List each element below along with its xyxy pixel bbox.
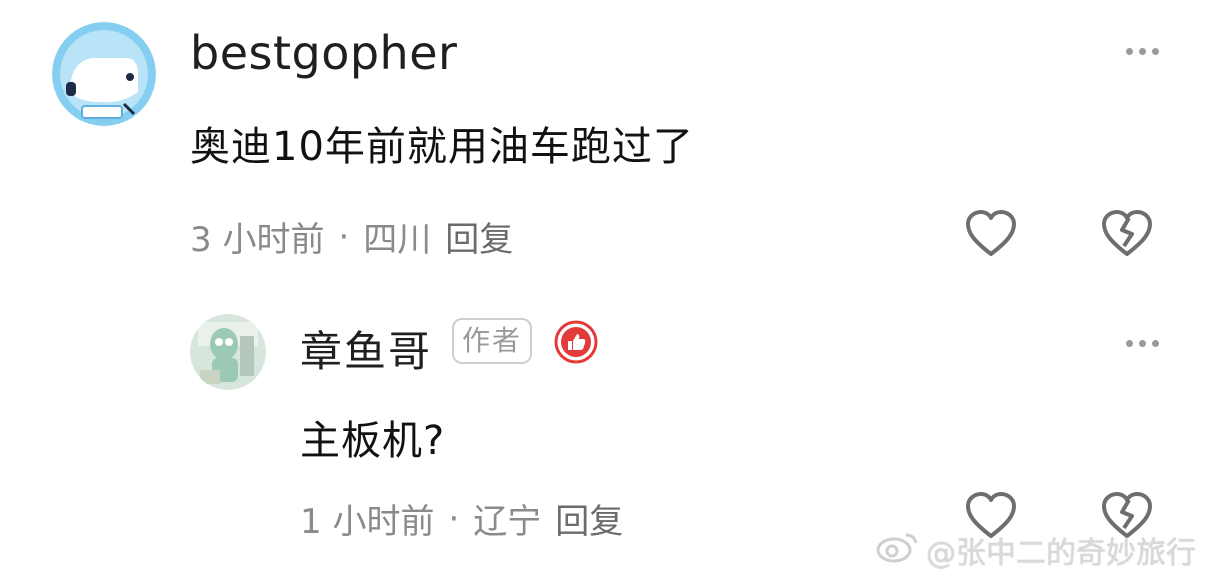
thumbs-up-badge-icon xyxy=(554,320,598,364)
more-options-button[interactable] xyxy=(1126,340,1159,347)
reply-time: 1 小时前 xyxy=(300,502,435,542)
comment-location: 四川 xyxy=(363,220,432,260)
watermark-text: @张中二的奇妙旅行 xyxy=(926,536,1196,571)
reply-text: 主板机? xyxy=(300,418,446,464)
dot-icon xyxy=(1139,340,1146,347)
dislike-icon[interactable] xyxy=(1100,208,1154,258)
like-icon[interactable] xyxy=(964,208,1018,258)
dot-icon xyxy=(1126,340,1133,347)
reply-username[interactable]: 章鱼哥 xyxy=(300,318,432,379)
watermark: @张中二的奇妙旅行 xyxy=(876,528,1196,572)
reply-meta: 1 小时前 · 辽宁 回复 xyxy=(300,494,623,543)
meta-separator: · xyxy=(448,498,460,539)
more-options-button[interactable] xyxy=(1126,48,1159,55)
dot-icon xyxy=(1139,48,1146,55)
avatar[interactable] xyxy=(190,314,266,390)
comment-time: 3 小时前 xyxy=(190,220,325,260)
comment-text: 奥迪10年前就用油车跑过了 xyxy=(190,124,694,170)
reply-button[interactable]: 回复 xyxy=(555,494,623,543)
author-badge: 作者 xyxy=(452,318,533,364)
meta-separator: · xyxy=(338,216,350,257)
dot-icon xyxy=(1152,48,1159,55)
comment-username[interactable]: bestgopher xyxy=(190,26,457,80)
avatar[interactable] xyxy=(52,22,156,126)
dot-icon xyxy=(1152,340,1159,347)
reply-button[interactable]: 回复 xyxy=(445,212,513,261)
comment-meta: 3 小时前 · 四川 回复 xyxy=(190,212,513,261)
reply-location: 辽宁 xyxy=(473,502,542,542)
weibo-logo-icon xyxy=(876,529,920,571)
dot-icon xyxy=(1126,48,1133,55)
